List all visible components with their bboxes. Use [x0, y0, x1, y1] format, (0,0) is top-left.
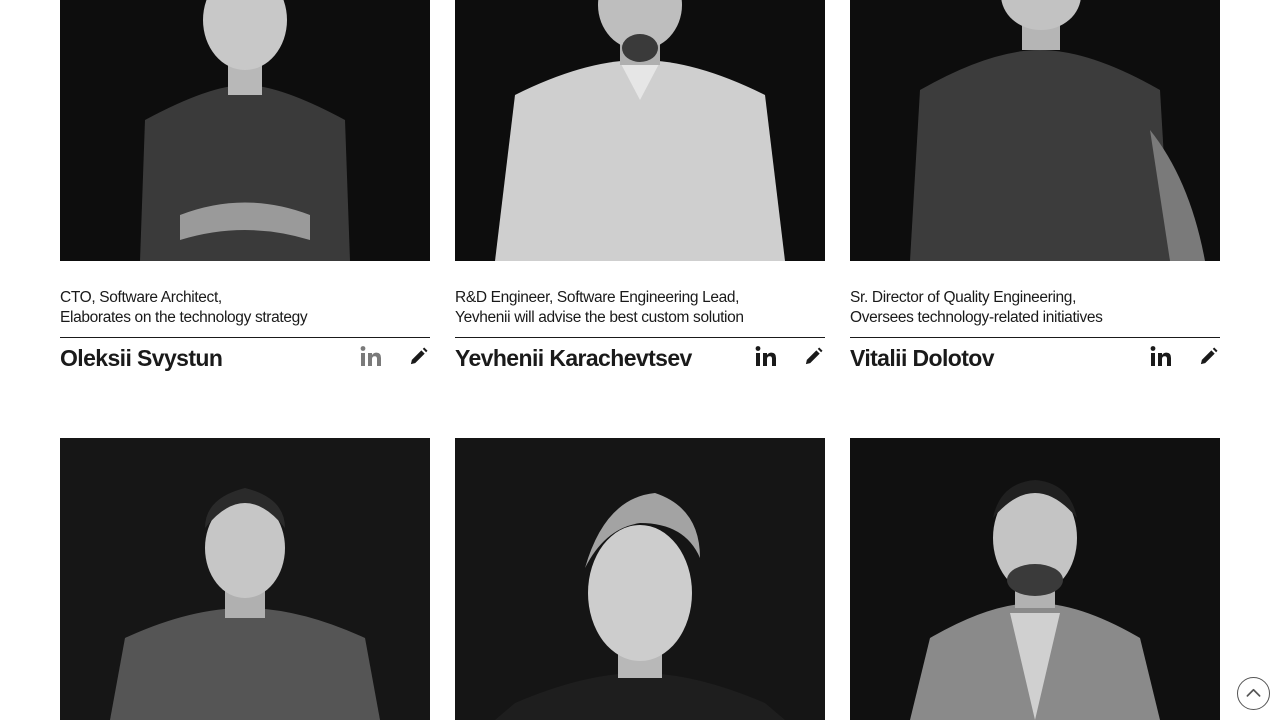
portrait-image	[60, 0, 430, 261]
linkedin-icon[interactable]	[360, 345, 382, 367]
role-line-1: R&D Engineer, Software Engineering Lead,	[455, 289, 740, 306]
linkedin-icon[interactable]	[755, 345, 777, 367]
team-photo	[455, 0, 825, 261]
divider	[850, 337, 1220, 338]
team-role: R&D Engineer, Software Engineering Lead,…	[455, 288, 825, 328]
role-line-1: CTO, Software Architect,	[60, 289, 222, 306]
linkedin-icon[interactable]	[1150, 345, 1172, 367]
team-photo	[60, 438, 430, 720]
portrait-image	[455, 438, 825, 720]
role-line-2: Yevhenii will advise the best custom sol…	[455, 309, 744, 326]
pencil-icon[interactable]	[1199, 347, 1218, 366]
role-line-2: Elaborates on the technology strategy	[60, 309, 308, 326]
team-name: Vitalii Dolotov	[850, 345, 995, 371]
divider	[455, 337, 825, 338]
portrait-image	[60, 438, 430, 720]
pencil-icon[interactable]	[409, 347, 428, 366]
pencil-icon[interactable]	[804, 347, 823, 366]
scroll-to-top-button[interactable]	[1237, 677, 1270, 710]
team-photo	[455, 438, 825, 720]
divider	[60, 337, 430, 338]
team-photo	[850, 0, 1220, 261]
team-role: Sr. Director of Quality Engineering, Ove…	[850, 288, 1220, 328]
team-name: Yevhenii Karachevtsev	[455, 345, 692, 371]
team-photo	[60, 0, 430, 261]
role-line-2: Oversees technology-related initiatives	[850, 309, 1103, 326]
team-photo	[850, 438, 1220, 720]
team-role: CTO, Software Architect, Elaborates on t…	[60, 288, 430, 328]
team-name: Oleksii Svystun	[60, 345, 223, 371]
portrait-image	[455, 0, 825, 261]
chevron-up-icon	[1246, 688, 1261, 697]
portrait-image	[850, 0, 1220, 261]
role-line-1: Sr. Director of Quality Engineering,	[850, 289, 1077, 306]
portrait-image	[850, 438, 1220, 720]
